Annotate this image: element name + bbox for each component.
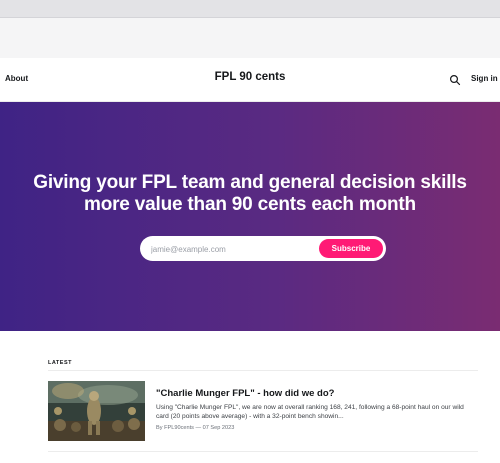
- hero-banner: Giving your FPL team and general decisio…: [0, 102, 500, 331]
- browser-tab-strip: [0, 0, 500, 18]
- post-thumbnail[interactable]: [48, 381, 145, 441]
- post-meta: By FPL90cents — 07 Sep 2023: [156, 425, 235, 431]
- sign-in-link[interactable]: Sign in: [471, 74, 498, 83]
- browser-toolbar: [0, 18, 500, 58]
- subscribe-form: Subscribe: [140, 236, 386, 261]
- post-card[interactable]: "Charlie Munger FPL" - how did we do? Us…: [48, 381, 478, 441]
- hero-headline-line2: more value than 90 cents each month: [84, 194, 416, 215]
- post-divider: [48, 451, 478, 452]
- post-excerpt: Using "Charlie Munger FPL", we are now a…: [156, 404, 464, 420]
- hero-headline: Giving your FPL team and general decisio…: [0, 172, 500, 216]
- email-input[interactable]: [151, 242, 311, 256]
- site-title[interactable]: FPL 90 cents: [0, 71, 500, 83]
- search-icon[interactable]: [449, 73, 461, 86]
- hero-headline-line1: Giving your FPL team and general decisio…: [33, 172, 467, 193]
- site-header: About FPL 90 cents Sign in: [0, 58, 500, 102]
- section-divider: [48, 370, 478, 371]
- latest-section-label: LATEST: [48, 360, 72, 366]
- post-title[interactable]: "Charlie Munger FPL" - how did we do?: [156, 388, 334, 399]
- subscribe-button[interactable]: Subscribe: [319, 239, 383, 258]
